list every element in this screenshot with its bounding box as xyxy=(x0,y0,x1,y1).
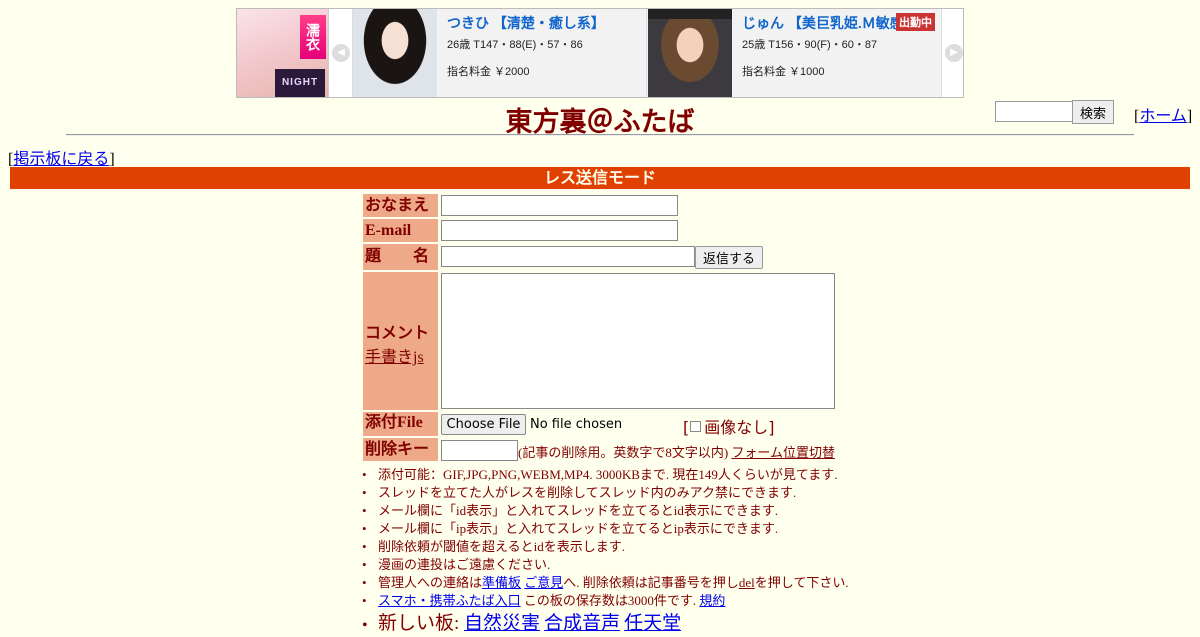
terms-link[interactable]: 規約 xyxy=(699,593,725,608)
back-nav: [掲示板に戻る] xyxy=(8,151,115,168)
ad-photo-1 xyxy=(353,9,437,97)
subject-label: 題 名 xyxy=(363,244,438,270)
file-label: 添付File xyxy=(363,412,438,436)
new-boards-label: 新しい板: xyxy=(378,613,465,634)
comment-label: コメント xyxy=(365,325,430,342)
submit-reply-button[interactable]: 返信する xyxy=(695,246,763,269)
notes-list: 添付可能：GIF,JPG,PNG,WEBM,MP4. 3000KBまで. 現在1… xyxy=(362,466,849,637)
ad-left-ribbon: 濡衣 xyxy=(300,15,326,59)
comment-textarea[interactable] xyxy=(441,273,835,409)
comment-label-cell: コメント 手書きjs xyxy=(363,272,438,410)
delkey-note-line: (記事の削除用。英数字で8文字以内) フォーム位置切替 xyxy=(518,442,835,461)
board-link-vocal[interactable]: 合成音声 xyxy=(544,613,620,634)
ad-card-price: 指名料金 ￥1000 xyxy=(742,66,825,78)
name-field[interactable] xyxy=(441,195,678,216)
ad-card-name: つきひ 【清楚・癒し系】 xyxy=(447,15,605,31)
list-item: 削除依頼が閾値を超えるとidを表示します. xyxy=(362,538,849,556)
delete-key-field[interactable] xyxy=(441,440,518,461)
ad-banner[interactable]: 濡衣 NIGHT ◀ つきひ 【清楚・癒し系】 26歳 T147・88(E)・5… xyxy=(236,8,964,98)
note-text: へ. 削除依頼は記事番号を押し xyxy=(563,575,739,590)
list-item: スマホ・携帯ふたば入口 この板の保存数は3000件です. 規約 xyxy=(362,592,849,610)
home-nav: [ホーム] xyxy=(1134,108,1193,125)
home-link[interactable]: ホーム xyxy=(1139,108,1187,125)
email-label: E-mail xyxy=(363,219,438,242)
ad-left-image[interactable]: 濡衣 NIGHT xyxy=(237,9,329,97)
subject-field[interactable] xyxy=(441,246,695,267)
back-to-board-link[interactable]: 掲示板に戻る xyxy=(13,151,109,168)
header-divider xyxy=(66,134,1134,136)
ad-card-2[interactable]: じゅん 【美巨乳姫.Ｍ敏感体 25歳 T156・90(F)・60・87 指名料金… xyxy=(648,9,942,97)
name-label: おなまえ xyxy=(363,194,438,217)
mobile-entrance-link[interactable]: スマホ・携帯ふたば入口 xyxy=(378,593,521,608)
handwrite-link[interactable]: 手書きjs xyxy=(365,349,424,366)
chevron-right-icon: ▶ xyxy=(945,44,963,62)
list-item: メール欄に「ip表示」と入れてスレッドを立てるとip表示にできます. xyxy=(362,520,849,538)
ad-card-price: 指名料金 ￥2000 xyxy=(447,66,530,78)
list-item: 添付可能：GIF,JPG,PNG,WEBM,MP4. 3000KBまで. 現在1… xyxy=(362,466,849,484)
note-text: 管理人への連絡は xyxy=(378,575,483,590)
ad-card-stats: 26歳 T147・88(E)・57・86 xyxy=(447,39,583,51)
ad-left-logo: NIGHT xyxy=(275,69,325,97)
ad-next-arrow[interactable]: ▶ xyxy=(941,9,963,97)
board-link-nintendo[interactable]: 任天堂 xyxy=(624,613,681,634)
search-button[interactable]: 検索 xyxy=(1072,100,1114,124)
list-item: 管理人への連絡は準備板 ご意見へ. 削除依頼は記事番号を押しdelを押して下さい… xyxy=(362,574,849,592)
chevron-left-icon: ◀ xyxy=(332,44,350,62)
ad-card-1[interactable]: つきひ 【清楚・癒し系】 26歳 T147・88(E)・57・86 指名料金 ￥… xyxy=(353,9,647,97)
no-image-option[interactable]: [画像なし] xyxy=(683,414,775,438)
reply-mode-bar: レス送信モード xyxy=(10,167,1190,189)
form-position-toggle-link[interactable]: フォーム位置切替 xyxy=(731,445,835,460)
list-item: スレッドを立てた人がレスを削除してスレッド内のみアク禁にできます. xyxy=(362,484,849,502)
del-link[interactable]: del xyxy=(739,575,755,590)
ad-status-badge: 出勤中 xyxy=(896,13,935,31)
note-text: を押して下さい. xyxy=(754,575,849,590)
list-item: メール欄に「id表示」と入れてスレッドを立てるとid表示にできます. xyxy=(362,502,849,520)
new-boards-item: 新しい板: 自然災害合成音声任天堂 xyxy=(362,613,849,637)
note-text: この板の保存数は3000件です. xyxy=(520,593,697,608)
ad-prev-arrow[interactable]: ◀ xyxy=(329,9,353,97)
no-image-label: 画像なし xyxy=(704,418,769,437)
file-status: No file chosen xyxy=(530,417,623,432)
delkey-label: 削除キー xyxy=(363,438,438,461)
list-item: 漫画の連投はご遠慮ください. xyxy=(362,556,849,574)
no-image-checkbox[interactable] xyxy=(690,421,702,432)
ad-card-stats: 25歳 T156・90(F)・60・87 xyxy=(742,39,878,51)
search-input[interactable] xyxy=(995,101,1073,122)
delkey-note: (記事の削除用。英数字で8文字以内) xyxy=(518,445,729,460)
board-link-disaster[interactable]: 自然災害 xyxy=(464,613,540,634)
ad-photo-2 xyxy=(648,9,732,97)
choose-file-button[interactable]: Choose File xyxy=(441,414,526,435)
email-field[interactable] xyxy=(441,220,678,241)
prep-board-link[interactable]: 準備板 xyxy=(482,575,521,590)
feedback-link[interactable]: ご意見 xyxy=(524,575,563,590)
